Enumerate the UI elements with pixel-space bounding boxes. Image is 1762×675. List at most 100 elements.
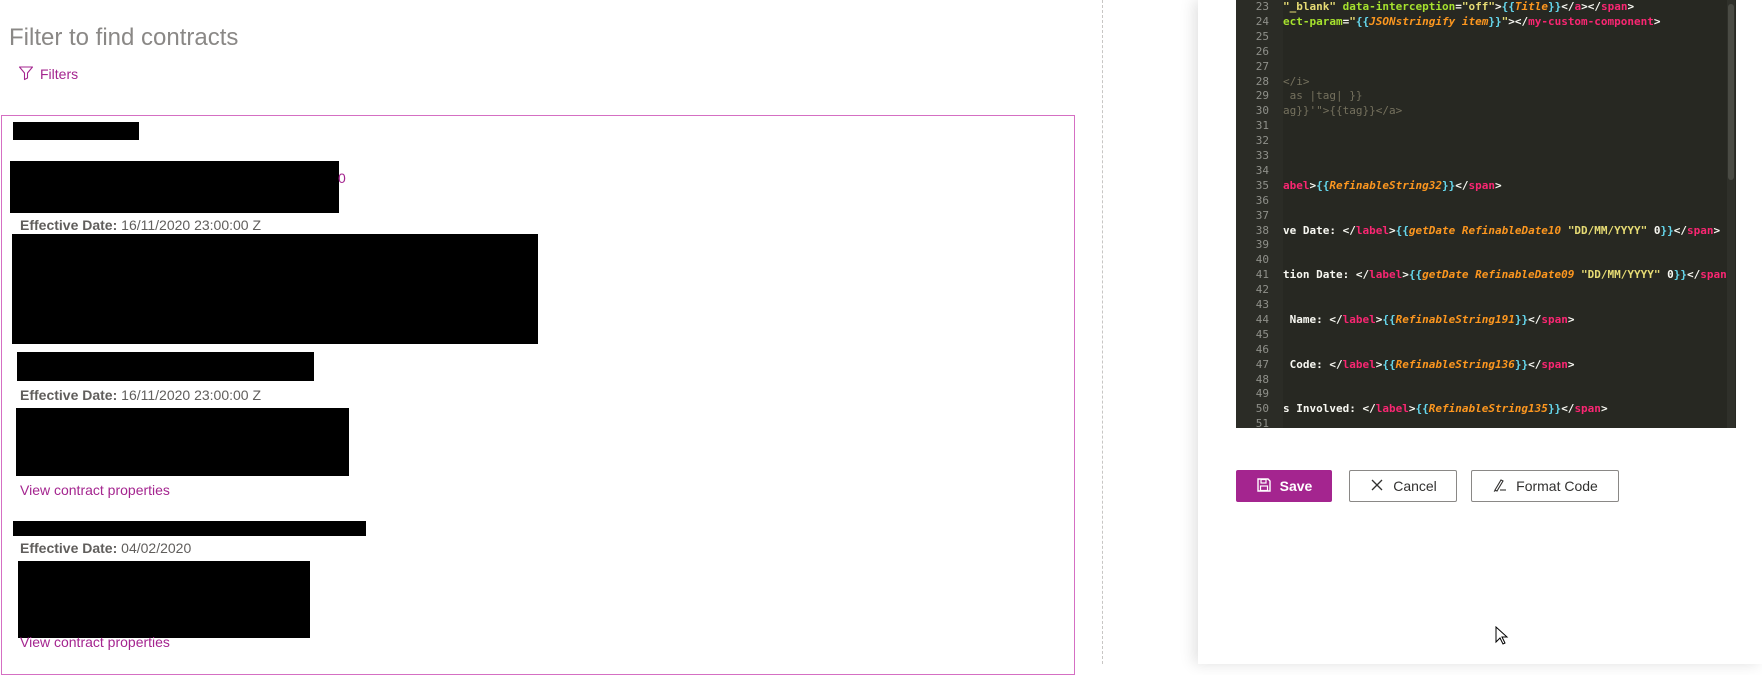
line-number: 23: [1255, 0, 1269, 13]
code-token: }}: [1660, 223, 1674, 237]
code-token: ag}}'">{{tag}}</a>: [1283, 104, 1403, 118]
line-number: 38: [1255, 223, 1269, 237]
code-line: 47 Code: </label > {{RefinableString136}}<…: [1236, 358, 1726, 372]
editor-scroll-thumb[interactable]: [1728, 4, 1734, 180]
line-number: 37: [1255, 208, 1269, 222]
code-text: abel>{{RefinableString32}}</span>: [1283, 179, 1502, 193]
code-token: my-custom-component: [1528, 14, 1654, 28]
effective-date-value: 16/11/2020 23:00:00 Z: [121, 217, 262, 233]
redacted-block: [18, 561, 310, 638]
code-token: abel: [1283, 178, 1310, 192]
code-line: 37: [1236, 209, 1726, 223]
code-token: </: [1673, 223, 1688, 237]
code-line: 43: [1236, 298, 1726, 312]
line-number: 33: [1255, 149, 1269, 162]
code-token: ect-param: [1283, 14, 1343, 28]
code-line: 34: [1236, 164, 1726, 178]
code-token: RefinableString135: [1428, 402, 1548, 416]
line-number: 41: [1255, 268, 1269, 282]
effective-date: Effective Date: 16/11/2020 23:00:00 Z: [20, 387, 261, 403]
code-line: 40: [1236, 253, 1726, 267]
save-button[interactable]: Save: [1236, 470, 1332, 502]
code-token: }}: [1514, 312, 1529, 326]
line-number: 43: [1255, 298, 1269, 311]
code-token: getDate RefinableDate10: [1408, 223, 1568, 237]
code-token: >: [1494, 0, 1502, 13]
code-token: span: [1574, 402, 1601, 416]
code-token: span: [1700, 268, 1727, 282]
code-token: </: [1528, 312, 1542, 326]
line-number: 28: [1255, 74, 1269, 88]
code-token: span: [1541, 312, 1568, 326]
code-token: "DD/MM/YYYY": [1567, 223, 1648, 237]
line-number: 25: [1255, 29, 1269, 43]
effective-date-label: Effective Date:: [20, 387, 118, 403]
code-token: }}: [1547, 0, 1562, 13]
code-token: span: [1687, 223, 1714, 237]
code-token: Name: </: [1283, 312, 1343, 326]
code-token: {{: [1382, 312, 1396, 326]
effective-date-value: 16/11/2020 23:00:00 Z: [121, 387, 262, 403]
code-line: 29 as |tag| }}: [1236, 89, 1726, 103]
code-text: </i>: [1283, 75, 1310, 89]
code-line: 33: [1236, 149, 1726, 163]
code-token: {{: [1501, 0, 1515, 13]
format-code-label: Format Code: [1516, 478, 1598, 494]
effective-date-label: Effective Date:: [20, 540, 118, 556]
view-contract-properties-link[interactable]: View contract properties: [20, 482, 170, 498]
code-token: {{: [1382, 357, 1396, 371]
code-token: }}: [1547, 402, 1562, 416]
code-token: ve Date: </: [1283, 223, 1356, 237]
code-token: data-interception: [1335, 0, 1456, 13]
cancel-button[interactable]: Cancel: [1349, 470, 1457, 502]
code-line: 23 "_blank" data-interception="off">{{Tit…: [1236, 0, 1726, 14]
line-number: 40: [1255, 253, 1269, 267]
code-editor[interactable]: 23 "_blank" data-interception="off">{{Tit…: [1236, 0, 1736, 428]
results-list: 0 Effective Date: 16/11/2020 23:00:00 Z …: [1, 115, 1075, 675]
redacted-block: [13, 122, 139, 140]
line-number: 48: [1255, 372, 1269, 386]
code-token: label: [1375, 402, 1409, 416]
code-line: 51: [1236, 417, 1726, 428]
code-token: ></: [1581, 0, 1601, 13]
redacted-block: [10, 161, 339, 213]
line-number: 51: [1255, 417, 1269, 428]
line-number: 26: [1255, 44, 1269, 58]
code-token: Code: </: [1283, 357, 1343, 371]
code-token: 0: [1647, 223, 1661, 237]
filters-button[interactable]: Filters: [18, 64, 78, 84]
effective-date-value: 04/02/2020: [121, 540, 192, 556]
line-number: 46: [1255, 342, 1269, 356]
code-line: 25: [1236, 30, 1726, 44]
code-token: "off": [1461, 0, 1495, 13]
redacted-block: [13, 521, 366, 536]
code-line: 38 ve Date: </label>{{getDate RefinableDa…: [1236, 224, 1726, 238]
line-number: 35: [1255, 178, 1269, 192]
line-number: 32: [1255, 134, 1269, 148]
code-token: RefinableString32: [1329, 178, 1442, 192]
line-number: 44: [1255, 312, 1269, 326]
code-token: as |tag| }}: [1283, 89, 1363, 103]
line-number: 34: [1255, 163, 1269, 177]
code-token: </i>: [1283, 74, 1310, 88]
effective-date: Effective Date: 16/11/2020 23:00:00 Z: [20, 217, 261, 233]
code-line: 42: [1236, 283, 1726, 297]
mouse-cursor-icon: [1495, 625, 1509, 646]
code-token: {{: [1355, 14, 1370, 28]
code-text: "_blank" data-interception="off">{{Title…: [1283, 0, 1634, 14]
code-token: }}: [1514, 357, 1529, 371]
code-token: span: [1600, 0, 1628, 13]
view-contract-properties-link[interactable]: View contract properties: [20, 634, 170, 650]
code-line: 30 ag}}'">{{tag}}</a>: [1236, 104, 1726, 118]
code-token: }}: [1441, 178, 1456, 192]
code-line: 35 abel>{{RefinableString32}}</span>: [1236, 179, 1726, 193]
code-token: {{: [1415, 402, 1429, 416]
close-icon: [1369, 477, 1385, 496]
line-number: 47: [1255, 357, 1269, 371]
line-number: 50: [1255, 402, 1269, 416]
format-code-button[interactable]: Format Code: [1471, 470, 1619, 502]
editor-scrollbar[interactable]: [1727, 0, 1735, 428]
result-link-fragment[interactable]: 0: [338, 170, 346, 186]
code-line: 39: [1236, 238, 1726, 252]
code-token: >: [1388, 223, 1396, 237]
